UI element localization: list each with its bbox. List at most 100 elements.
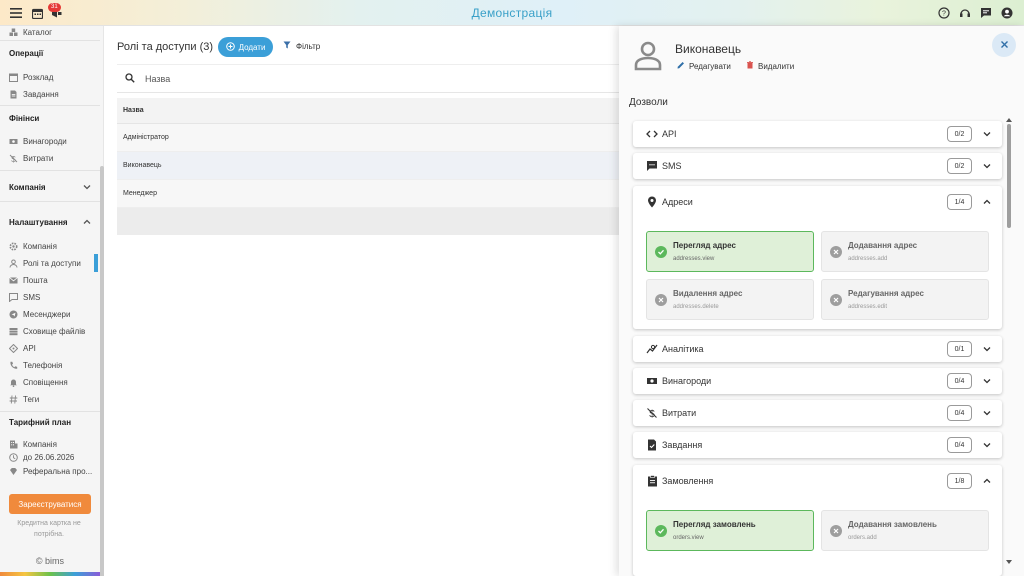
sidebar-item-expenses[interactable]: $ Витрати: [9, 151, 53, 165]
sidebar-item-api[interactable]: API: [9, 341, 36, 355]
money-icon: [645, 374, 659, 388]
x-circle-icon: [830, 525, 842, 537]
permission-card-addresses-view[interactable]: Перегляд адрес addresses.view: [646, 231, 814, 272]
table-row[interactable]: Виконавець: [117, 152, 619, 180]
accordion-label: API: [662, 129, 677, 139]
accordion-expenses[interactable]: $ Витрати 0/4: [633, 400, 1002, 426]
table-row[interactable]: Адміністратор: [117, 124, 619, 152]
sidebar-item-catalog[interactable]: Каталог: [9, 25, 52, 39]
permission-count-badge: 0/2: [947, 126, 972, 142]
sidebar-item-rewards[interactable]: Винагороди: [9, 134, 67, 148]
permission-code: addresses.edit: [848, 304, 888, 310]
permission-title: Додавання адрес: [848, 241, 918, 250]
permission-count-badge: 0/4: [947, 437, 972, 453]
close-button[interactable]: [992, 33, 1016, 57]
chevron-down-icon: [982, 344, 992, 354]
sidebar-item-mail[interactable]: Пошта: [9, 273, 48, 287]
permission-card-addresses-add[interactable]: Додавання адрес addresses.add: [821, 231, 989, 272]
scrollbar-thumb[interactable]: [1007, 124, 1011, 228]
permission-count-badge: 0/4: [947, 405, 972, 421]
sidebar-item-notifications[interactable]: Сповіщення: [9, 375, 68, 389]
task-icon: [9, 90, 18, 99]
edit-label: Редагувати: [689, 61, 731, 71]
sidebar-scrollbar[interactable]: [100, 166, 104, 576]
add-button[interactable]: Додати: [218, 37, 273, 57]
sidebar-item-label: Каталог: [23, 27, 53, 37]
table-header-name[interactable]: Назва: [117, 98, 619, 124]
chat-icon[interactable]: [979, 6, 993, 20]
accordion-label: Замовлення: [662, 476, 714, 486]
accordion-addresses: Адреси 1/4 Перегляд адрес addresses.view…: [633, 186, 1002, 329]
filter-button[interactable]: Фільтр: [283, 41, 320, 51]
permission-card-addresses-edit[interactable]: Редагування адрес addresses.edit: [821, 279, 989, 320]
divider: [0, 40, 100, 41]
api-icon: [9, 343, 18, 353]
tariff-company[interactable]: Компанія: [9, 437, 57, 451]
tariff-referral[interactable]: Реферальна про...: [9, 464, 92, 478]
section-settings-label: Налаштування: [9, 217, 68, 227]
sms-icon: [9, 292, 18, 302]
section-company[interactable]: Компанія: [0, 178, 100, 196]
x-circle-icon: [830, 246, 842, 258]
accordion-analytics[interactable]: Аналітика 0/1: [633, 336, 1002, 362]
clipboard-icon: [645, 474, 659, 488]
search-input[interactable]: [145, 73, 445, 84]
panel-scrollbar[interactable]: [1006, 118, 1012, 564]
permission-count-badge: 0/1: [947, 341, 972, 357]
search-icon: [125, 72, 135, 85]
sidebar-item-telephony[interactable]: Телефонія: [9, 358, 62, 372]
edit-button[interactable]: Редагувати: [677, 61, 731, 71]
money-icon: [9, 137, 18, 146]
accordion-tasks[interactable]: Завдання 0/4: [633, 432, 1002, 458]
page-title: Демонстрація: [471, 6, 553, 20]
user-avatar-icon: [633, 40, 663, 72]
section-tariff: Тарифний план: [9, 418, 72, 427]
support-icon[interactable]: [958, 6, 972, 20]
sidebar-item-company-settings[interactable]: Компанія: [9, 239, 57, 253]
calendar-icon: [9, 73, 18, 82]
sidebar-item-tasks[interactable]: Завдання: [9, 87, 59, 101]
scroll-up-arrow-icon[interactable]: [1006, 118, 1012, 122]
help-icon[interactable]: ?: [937, 6, 951, 20]
permission-card-orders-add[interactable]: Додавання замовлень orders.add: [821, 510, 989, 551]
table-footer: [117, 208, 619, 235]
permission-code: addresses.add: [848, 256, 888, 262]
delete-button[interactable]: Видалити: [746, 61, 794, 71]
accordion-label: Витрати: [662, 408, 697, 418]
accordion-label: Завдання: [662, 440, 703, 450]
accordion-api[interactable]: API 0/2: [633, 121, 1002, 147]
accordion-sms[interactable]: SMS 0/2: [633, 153, 1002, 179]
account-icon[interactable]: [1000, 6, 1014, 20]
sidebar-item-schedule[interactable]: Розклад: [9, 70, 53, 84]
permission-card-orders-view[interactable]: Перегляд замовлень orders.view: [646, 510, 814, 551]
chevron-up-icon[interactable]: [982, 476, 992, 486]
copyright: © bims: [35, 556, 65, 566]
table-row[interactable]: Менеджер: [117, 180, 619, 208]
accordion-rewards[interactable]: Винагороди 0/4: [633, 368, 1002, 394]
sidebar-item-storage[interactable]: Сховище файлів: [9, 324, 85, 338]
sidebar-item-roles[interactable]: Ролі та доступи: [9, 256, 81, 270]
permission-title: Редагування адрес: [848, 289, 924, 298]
analytics-icon: [645, 342, 659, 356]
divider: [0, 105, 100, 106]
accordion-label: Винагороди: [662, 376, 712, 386]
permission-card-addresses-delete[interactable]: Видалення адрес addresses.delete: [646, 279, 814, 320]
section-settings[interactable]: Налаштування: [0, 213, 100, 231]
mail-icon: [9, 276, 18, 285]
dollar-off-icon: $: [9, 154, 18, 163]
chevron-up-icon[interactable]: [982, 197, 992, 207]
sidebar-item-label: API: [23, 343, 36, 353]
sidebar-item-label: Сповіщення: [23, 377, 68, 387]
sidebar-item-messengers[interactable]: Месенджери: [9, 307, 70, 321]
x-circle-icon: [830, 294, 842, 306]
person-icon: [9, 259, 18, 268]
sidebar-item-tags[interactable]: Теги: [9, 392, 39, 406]
register-button[interactable]: Зареєструватися: [9, 494, 91, 514]
close-icon: [1000, 40, 1009, 51]
scroll-down-arrow-icon[interactable]: [1006, 560, 1012, 564]
hashtag-icon: [9, 394, 18, 404]
sidebar-item-sms[interactable]: SMS: [9, 290, 40, 304]
filter-icon: [283, 41, 291, 51]
chevron-down-icon: [982, 161, 992, 171]
permission-code: addresses.delete: [673, 304, 719, 310]
